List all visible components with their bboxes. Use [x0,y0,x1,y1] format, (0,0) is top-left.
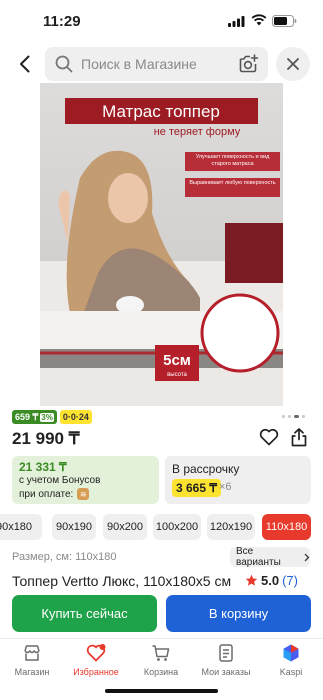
size-chip[interactable]: 90x190 [52,514,96,540]
installment-label: В рассрочку [172,462,240,476]
page-dot-active [294,415,299,418]
bonus-badge-percent: 3% [40,412,54,422]
product-headline: Матрас топпер [102,102,220,121]
search-icon [55,55,73,73]
wifi-icon [251,14,267,26]
page-dot [282,415,285,418]
tab-shop[interactable]: Магазин [0,643,64,683]
product-title: Топпер Vertto Люкс, 110x180x5 см [12,573,232,589]
product-image[interactable]: Матрас топпер не теряет форму Улучшает п… [40,83,283,406]
price: 21 990 ₸ [12,429,80,448]
bonus-price: 21 331 ₸ [19,460,67,474]
favorite-heart-icon[interactable] [259,428,279,446]
installment-multiplier: ×6 [219,481,232,493]
product-feature-2: Выравнивает любую поверхность [189,180,276,186]
status-bar: 11:29 [0,0,323,44]
signal-icon [228,16,245,27]
size-chip[interactable]: 90x200 [103,514,147,540]
installment-card[interactable]: В рассрочку 3 665 ₸ ×6 [165,456,311,504]
product-photo: Матрас топпер не теряет форму Улучшает п… [40,83,283,406]
tab-orders-label: Мои заказы [201,667,251,677]
add-to-cart-button[interactable]: В корзину [166,595,311,632]
tab-shop-label: Магазин [14,667,50,677]
size-label: Размер, см: 110x180 [12,551,117,563]
size-chip[interactable]: 100x200 [153,514,201,540]
product-rating[interactable]: 5.0 (7) [245,573,298,588]
status-time: 11:29 [43,13,81,30]
bonus-line-2-text: при оплате: [19,488,74,500]
tab-favorites-label: Избранное [73,667,119,677]
product-height-label: высота [167,372,187,378]
all-variants-label: Все варианты [236,546,281,568]
product-subheadline: не теряет форму [154,126,241,138]
close-button[interactable] [276,47,310,81]
top-bar: Поиск в Магазине [0,44,323,84]
search-placeholder: Поиск в Магазине [81,56,197,72]
reviews-count[interactable]: (7) [282,573,298,588]
bonus-badge: 659 ₸ 3% [12,410,57,424]
heart-icon [86,644,105,662]
tab-orders[interactable]: Мои заказы [194,643,258,683]
tab-kaspi[interactable]: Kaspi [259,643,323,683]
battery-icon [272,15,297,27]
badges: 659 ₸ 3% 0·0·24 [12,410,92,424]
page-dot [288,415,291,418]
bonus-line-2: при оплате: ≋ [19,488,90,500]
rating-value: 5.0 [261,573,280,588]
size-selector: 90x180 90x190 90x200 100x200 120x190 110… [0,514,323,540]
tab-favorites[interactable]: Избранное [64,643,128,683]
home-indicator [105,689,218,693]
tab-cart-label: Корзина [143,667,179,677]
bonus-line-1: с учетом Бонусов [19,475,101,486]
size-chip-selected[interactable]: 110x180 [262,514,311,540]
image-pagination [282,415,305,418]
close-icon [287,58,299,70]
tab-cart[interactable]: Корзина [129,643,193,683]
search-input[interactable]: Поиск в Магазине [45,47,268,81]
bonus-badge-amount: 659 ₸ [15,411,39,422]
installment-monthly: 3 665 ₸ [172,479,221,497]
chevron-right-icon [304,553,310,561]
installment-badge: 0·0·24 [59,410,92,424]
product-feature-1: Улучшает поверхность и вид старого матра… [195,154,270,167]
orders-icon [219,644,233,662]
payment-method-icon: ≋ [77,488,90,500]
tab-kaspi-label: Kaspi [279,667,303,677]
chevron-left-icon [19,55,29,73]
back-button[interactable] [12,50,36,78]
shop-icon [24,645,40,661]
camera-icon[interactable] [238,54,259,73]
cart-icon [152,645,170,661]
size-chip[interactable]: 120x190 [207,514,255,540]
product-height-value: 5см [163,352,191,369]
size-chip[interactable]: 90x180 [0,514,42,540]
all-variants-button[interactable]: Все варианты [230,546,310,568]
bonus-card[interactable]: 21 331 ₸ с учетом Бонусов при оплате: ≋ [12,456,159,504]
kaspi-icon [283,644,299,662]
star-icon [245,574,258,586]
share-icon[interactable] [289,427,309,447]
page-dot [302,415,305,418]
buy-now-button[interactable]: Купить сейчас [12,595,157,632]
